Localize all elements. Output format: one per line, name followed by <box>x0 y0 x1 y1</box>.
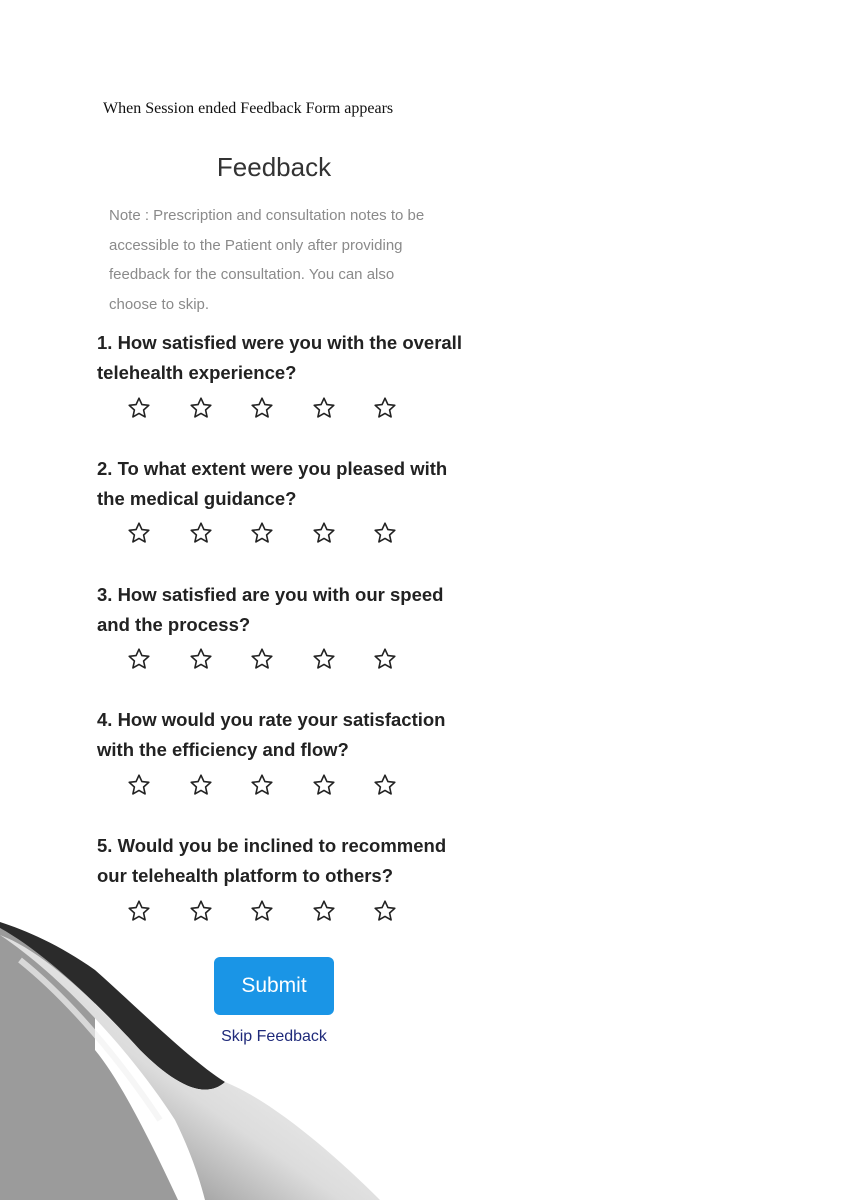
page-curl-decoration <box>0 922 380 1200</box>
